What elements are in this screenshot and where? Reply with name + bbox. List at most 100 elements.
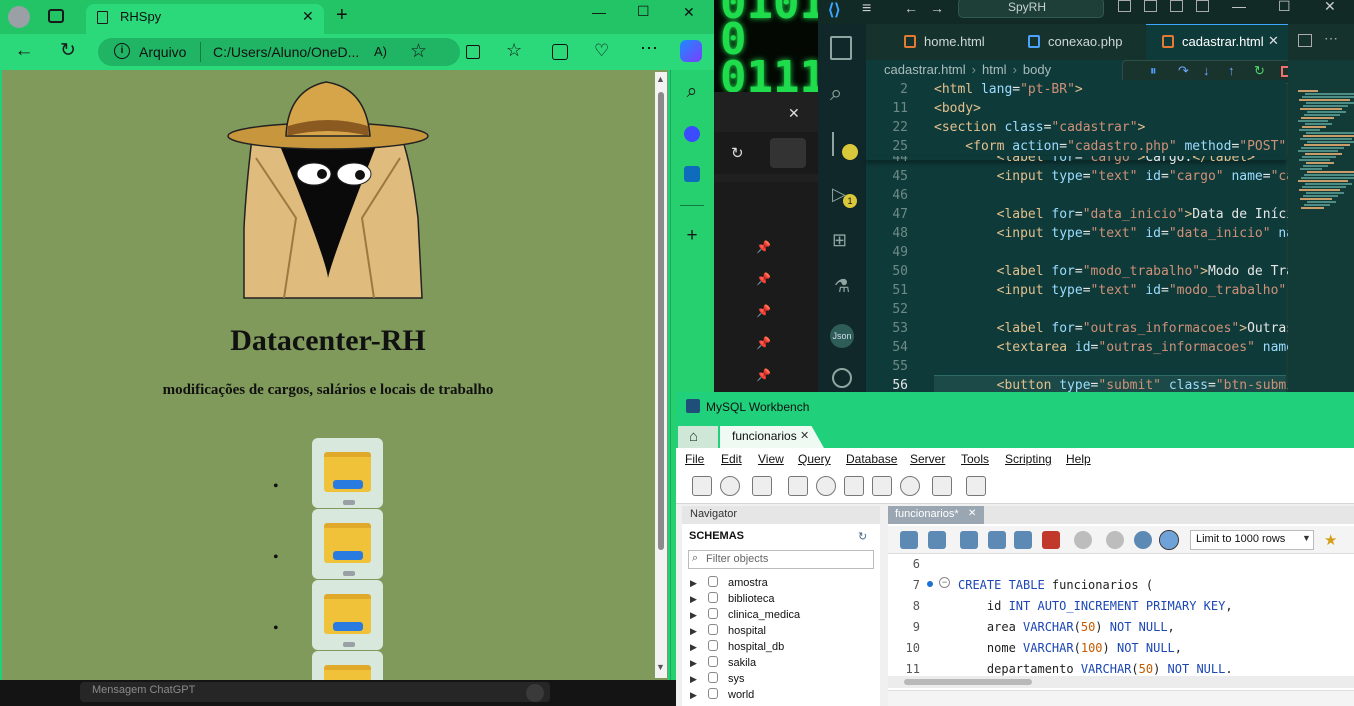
search-icon[interactable]: ⌕ — [682, 82, 702, 102]
schema-item[interactable]: ▶ world — [690, 687, 876, 703]
sticky-line[interactable]: 11 <body> — [870, 99, 1286, 118]
restart-icon[interactable]: ↻ — [1254, 63, 1265, 79]
layout-icon-1[interactable] — [1118, 0, 1131, 12]
code-line[interactable]: 47 <label for="data_inicio">Data de Iníc… — [870, 205, 1294, 224]
pin-icon[interactable]: 📌 — [756, 368, 771, 382]
step-out-icon[interactable]: ↑ — [1228, 63, 1235, 78]
schema-item[interactable]: ▶ sys — [690, 671, 876, 687]
pause-icon[interactable]: ⏸ — [1150, 63, 1157, 79]
menu-item[interactable]: Database — [846, 452, 897, 466]
nav-forward-icon[interactable]: → — [930, 0, 944, 16]
code-line[interactable]: 46 — [870, 186, 934, 205]
editor-more-icon[interactable]: ⋯ — [1324, 30, 1338, 47]
outlook-icon[interactable] — [684, 166, 700, 182]
extensions-icon[interactable]: ⊞ — [832, 230, 847, 251]
layout-icon-3[interactable] — [1170, 0, 1183, 12]
menu-item[interactable]: Edit — [721, 452, 742, 466]
edge-tools-icon[interactable] — [832, 368, 852, 388]
code-line[interactable]: 52 — [870, 300, 934, 319]
split-editor-icon[interactable] — [1298, 34, 1312, 47]
sql-line[interactable]: 8 id INT AUTO_INCREMENT PRIMARY KEY, — [890, 596, 1233, 617]
menu-item[interactable]: Tools — [961, 452, 989, 466]
window-close-icon[interactable]: ✕ — [683, 4, 695, 21]
refresh-icon[interactable]: ↻ — [58, 41, 78, 61]
address-url[interactable]: C:/Users/Aluno/OneD... — [213, 44, 359, 60]
menu-icon[interactable]: ≡ — [862, 0, 871, 18]
pin-icon[interactable]: 📌 — [756, 336, 771, 350]
code-line[interactable]: 55 — [870, 357, 934, 376]
code-line[interactable]: 54 <textarea id="outras_informacoes" nam… — [870, 338, 1294, 357]
breadcrumb-item[interactable]: body — [1023, 62, 1051, 77]
split-icon[interactable] — [466, 45, 480, 59]
back-icon[interactable]: ← — [14, 41, 34, 61]
query-toolbar-icon[interactable] — [960, 531, 978, 549]
beautify-icon[interactable]: ★ — [1324, 531, 1337, 549]
fold-icon[interactable]: − — [939, 577, 950, 588]
query-toolbar-icon[interactable] — [1106, 531, 1124, 549]
explorer-icon[interactable] — [830, 36, 852, 60]
code-line[interactable]: 49 — [870, 243, 934, 262]
sticky-line[interactable]: 25 <form action="cadastro.php" method="P… — [870, 137, 1286, 156]
schema-item[interactable]: ▶ biblioteca — [690, 591, 876, 607]
query-toolbar-icon[interactable] — [1014, 531, 1032, 549]
schema-item[interactable]: ▶ clinica_medica — [690, 607, 876, 623]
performance-icon[interactable]: ♡ — [594, 41, 609, 61]
new-tab-icon[interactable]: + — [336, 4, 348, 27]
layout-icon-4[interactable] — [1196, 0, 1209, 12]
page-scrollbar-thumb[interactable] — [658, 92, 664, 550]
step-into-icon[interactable]: ↓ — [1203, 63, 1210, 78]
dark-window-refresh-icon[interactable]: ↻ — [731, 144, 744, 162]
menu-item[interactable]: Scripting — [1005, 452, 1052, 466]
code-line[interactable]: 51 <input type="text" id="modo_trabalho" — [870, 281, 1286, 300]
nav-back-icon[interactable]: ← — [904, 0, 918, 16]
scroll-down-icon[interactable]: ▼ — [656, 662, 665, 672]
favorites-icon[interactable]: ☆ — [506, 40, 522, 61]
layout-icon-2[interactable] — [1144, 0, 1157, 12]
query-tab-close-icon[interactable]: ✕ — [968, 508, 976, 519]
query-toolbar-icon[interactable] — [1074, 531, 1092, 549]
toolbar-sql-icon[interactable] — [932, 476, 952, 496]
step-over-icon[interactable]: ↷ — [1178, 63, 1189, 79]
copilot-sidebar-icon[interactable] — [684, 126, 700, 142]
collections-icon[interactable] — [552, 44, 568, 60]
breadcrumb-item[interactable]: html — [982, 62, 1007, 77]
folder-card[interactable] — [312, 509, 383, 579]
query-toolbar-icon[interactable] — [1042, 531, 1060, 549]
query-toolbar-icon[interactable] — [1159, 530, 1179, 550]
code-line[interactable]: 45 <input type="text" id="cargo" name="c… — [870, 167, 1294, 186]
tab-close-icon-active[interactable]: ✕ — [1268, 33, 1279, 49]
json-icon[interactable]: Json — [830, 324, 854, 348]
sticky-line[interactable]: 22 <section class="cadastrar"> — [870, 118, 1286, 137]
toolbar-sql-icon[interactable] — [900, 476, 920, 496]
toolbar-sql-icon[interactable] — [752, 476, 772, 496]
editor-tab[interactable]: conexao.php — [1018, 24, 1122, 60]
sql-line[interactable]: 6 — [890, 554, 958, 575]
editor-tab[interactable]: home.html — [894, 24, 985, 60]
code-line[interactable]: 48 <input type="text" id="data_inicio" n… — [870, 224, 1294, 243]
schema-item[interactable]: ▶ sakila — [690, 655, 876, 671]
send-icon[interactable] — [526, 684, 544, 702]
folder-card[interactable] — [312, 651, 383, 680]
pin-icon[interactable]: 📌 — [756, 240, 771, 254]
minimize-icon[interactable]: — — [592, 4, 606, 20]
query-toolbar-icon[interactable] — [988, 531, 1006, 549]
menu-item[interactable]: Help — [1066, 452, 1091, 466]
copilot-icon[interactable] — [680, 40, 702, 62]
folder-card[interactable] — [312, 438, 383, 508]
read-aloud-icon[interactable]: A) — [374, 44, 387, 59]
menu-item[interactable]: View — [758, 452, 784, 466]
profile-icon[interactable] — [8, 6, 30, 28]
query-toolbar-icon[interactable] — [900, 531, 918, 549]
vscode-maximize-icon[interactable]: ☐ — [1278, 0, 1291, 15]
toolbar-sql-icon[interactable] — [816, 476, 836, 496]
code-line[interactable]: 53 <label for="outras_informacoes">Outra… — [870, 319, 1294, 338]
toolbar-sql-icon[interactable] — [788, 476, 808, 496]
menu-item[interactable]: Server — [910, 452, 945, 466]
info-icon[interactable]: i — [114, 43, 130, 59]
vscode-minimize-icon[interactable]: — — [1232, 0, 1246, 14]
query-toolbar-icon[interactable] — [928, 531, 946, 549]
vscode-close-icon[interactable]: ✕ — [1324, 0, 1336, 15]
scroll-up-icon[interactable]: ▲ — [656, 74, 665, 84]
refresh-schemas-icon[interactable]: ↻ — [858, 530, 867, 543]
toolbar-sql-icon[interactable] — [872, 476, 892, 496]
